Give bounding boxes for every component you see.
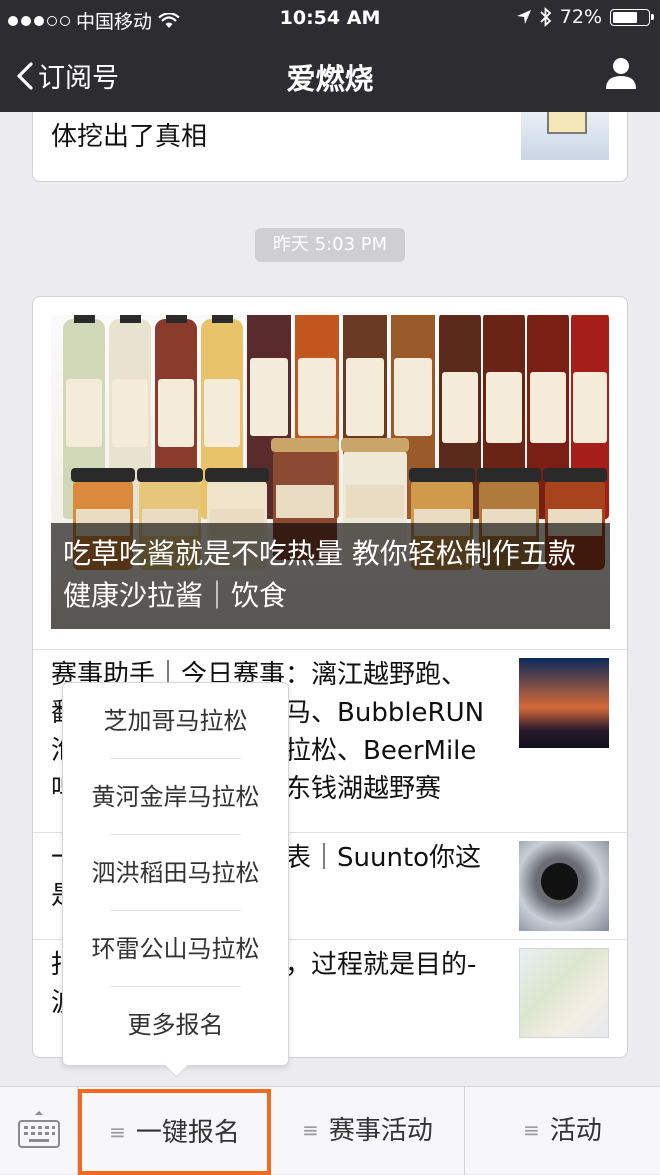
tab-label: 赛事活动: [328, 1116, 433, 1146]
submenu-item-yellow-river-marathon[interactable]: 黄河金岸马拉松: [63, 759, 288, 835]
previous-article-title: 体挖出了真相: [51, 122, 208, 152]
tab-activities[interactable]: ≡ 活动: [465, 1087, 660, 1175]
submenu-item-more-signup[interactable]: 更多报名: [63, 987, 288, 1063]
article-thumbnail: [519, 841, 609, 931]
menu-lines-icon: ≡: [109, 1120, 126, 1144]
menu-lines-icon: ≡: [302, 1118, 319, 1142]
nav-bar: 订阅号 爱燃烧: [0, 38, 660, 112]
message-timestamp: 昨天 5:03 PM: [255, 228, 405, 262]
tab-label: 活动: [549, 1116, 602, 1146]
keyboard-toggle-button[interactable]: [0, 1087, 78, 1175]
status-right: 72%: [516, 6, 654, 28]
article-thumbnail: [519, 948, 609, 1038]
status-bar: 中国移动 10:54 AM 72%: [0, 0, 660, 38]
person-icon[interactable]: [604, 56, 638, 94]
tab-label: 一键报名: [135, 1118, 240, 1148]
battery-icon: [610, 8, 654, 26]
menu-lines-icon: ≡: [523, 1118, 540, 1142]
tab-one-click-signup[interactable]: ≡ 一键报名: [78, 1089, 271, 1175]
article-thumbnail: [519, 658, 609, 748]
tab-race-events[interactable]: ≡ 赛事活动: [271, 1087, 465, 1175]
submenu-item-chicago-marathon[interactable]: 芝加哥马拉松: [63, 683, 288, 759]
page-title: 爱燃烧: [286, 62, 374, 96]
previous-article-card[interactable]: 体挖出了真相: [32, 112, 628, 182]
submenu-popup: 芝加哥马拉松 黄河金岸马拉松 泗洪稻田马拉松 环雷公山马拉松 更多报名: [62, 682, 289, 1078]
hero-article[interactable]: 吃草吃酱就是不吃热量 教你轻松制作五款健康沙拉酱｜饮食: [51, 315, 610, 629]
battery-percent: 72%: [559, 6, 602, 28]
bottom-menu-bar: ≡ 一键报名 ≡ 赛事活动 ≡ 活动: [0, 1086, 660, 1175]
hero-caption: 吃草吃酱就是不吃热量 教你轻松制作五款健康沙拉酱｜饮食: [51, 523, 610, 629]
location-arrow-icon: [516, 10, 531, 24]
previous-article-thumbnail: [521, 112, 609, 160]
submenu-item-sihong-marathon[interactable]: 泗洪稻田马拉松: [63, 835, 288, 911]
bluetooth-icon: [540, 7, 552, 27]
keyboard-icon: [18, 1111, 60, 1148]
submenu-item-leigongshan-marathon[interactable]: 环雷公山马拉松: [63, 911, 288, 987]
